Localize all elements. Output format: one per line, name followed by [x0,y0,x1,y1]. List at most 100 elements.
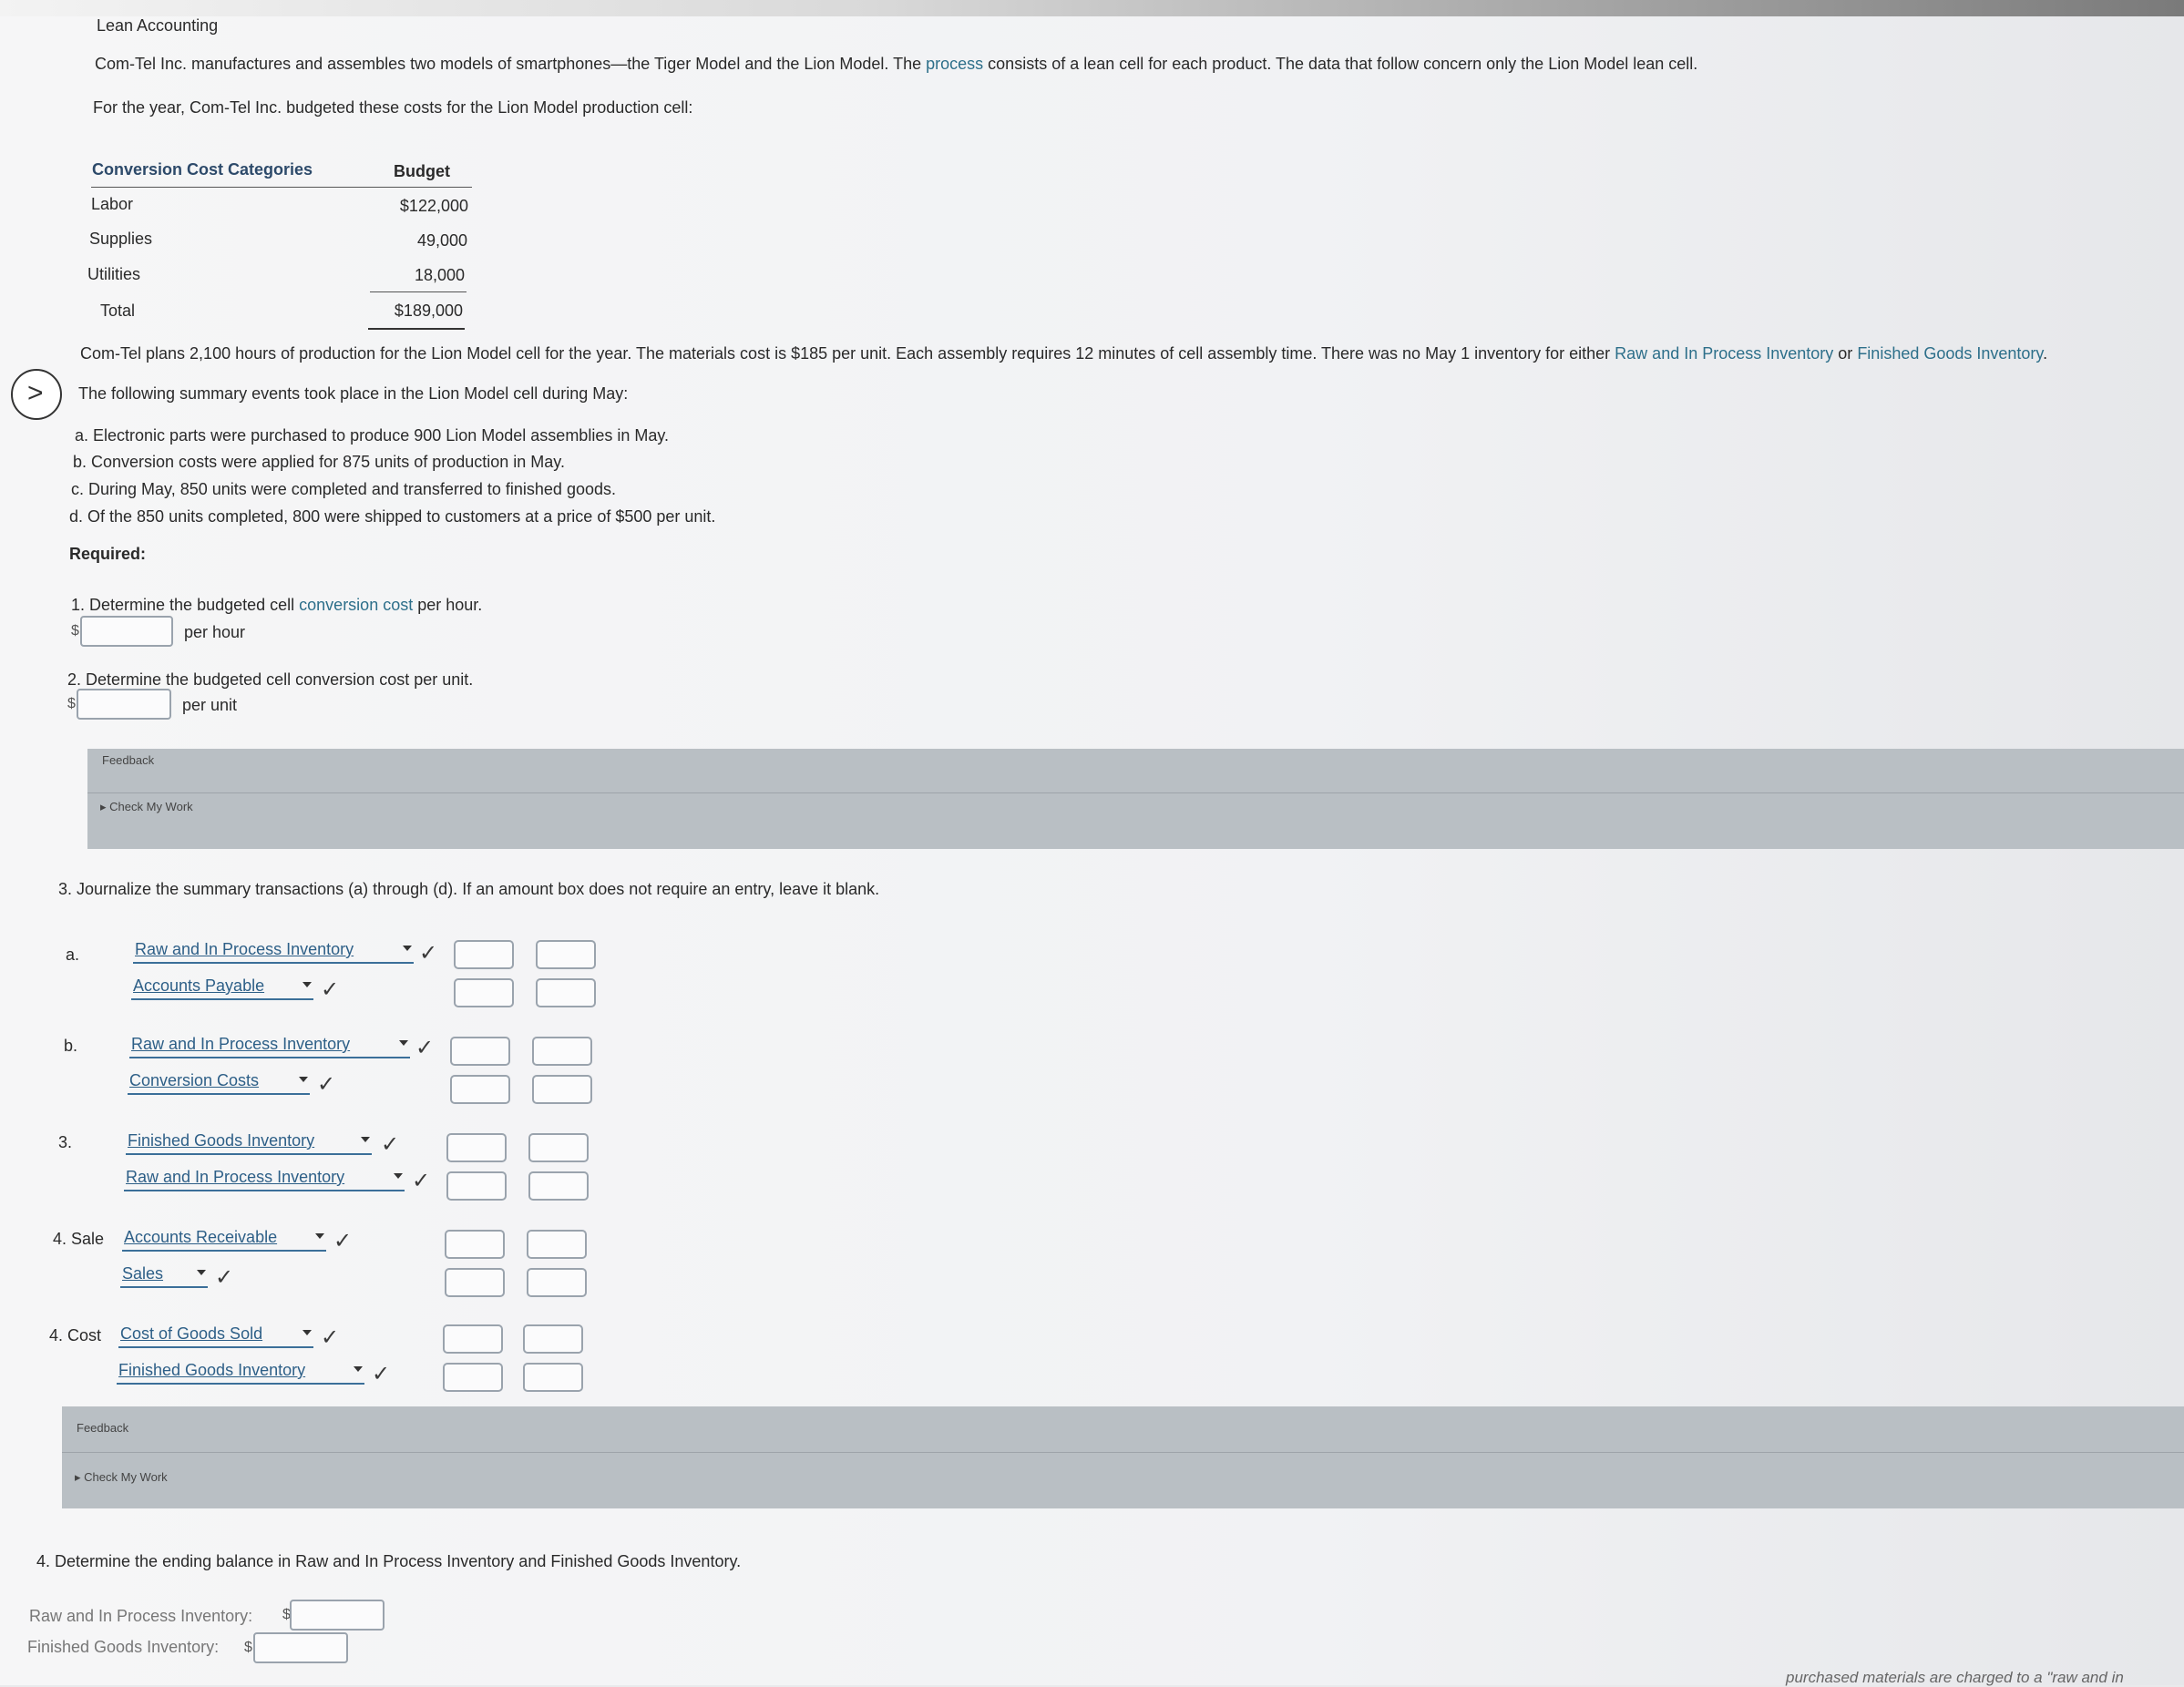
entry-b-debit-select[interactable]: Raw and In Process Inventory [129,1035,410,1058]
checkmark-icon: ✓ [321,1325,340,1350]
triangle-right-icon: ▸ [75,1470,81,1484]
intro-paragraph: Com-Tel Inc. manufactures and assembles … [95,55,1698,73]
conversion-cost-link[interactable]: conversion cost [299,596,413,614]
row-label-utilities: Utilities [87,265,141,283]
q2-currency: $ [67,696,76,711]
entry-sale-debit-amount-1[interactable] [445,1230,505,1259]
event-b: b. Conversion costs were applied for 875… [73,453,565,471]
dropdown-arrow-icon [354,1366,363,1372]
entry-b-credit-amount-2[interactable] [532,1075,592,1104]
entry-a-debit-select[interactable]: Raw and In Process Inventory [133,940,414,964]
dropdown-arrow-icon [197,1270,206,1275]
entry-a-credit-select[interactable]: Accounts Payable [131,976,313,1000]
required-label: Required: [69,545,147,563]
row-value-labor: $122,000 [399,197,468,215]
entry-c-debit-amount-2[interactable] [446,1171,507,1201]
feedback-divider [62,1452,2184,1453]
entry-cost-credit-amount-2[interactable] [523,1363,583,1392]
entry-a-debit-amount-2[interactable] [454,978,514,1007]
feedback-divider [87,792,2184,793]
entry-cost-credit-select[interactable]: Finished Goods Inventory [117,1361,364,1385]
raw-inventory-label: Raw and In Process Inventory: [29,1607,253,1625]
question-1: 1. Determine the budgeted cell conversio… [71,596,483,614]
page-title: Lean Accounting [97,16,219,35]
feedback-panel-1: Feedback ▸ Check My Work [87,749,2184,849]
entry-sale-credit-amount-1[interactable] [527,1230,587,1259]
checkmark-icon: ✓ [372,1362,391,1386]
q1-currency: $ [71,623,79,639]
raw-in-process-link[interactable]: Raw and In Process Inventory [1615,344,1833,363]
entry-sale-credit-amount-2[interactable] [527,1268,587,1297]
entry-b-credit-amount-1[interactable] [532,1037,592,1066]
entry-a-debit-amount-1[interactable] [454,940,514,969]
entry-sale-debit-amount-2[interactable] [445,1268,505,1297]
intro-budget-line: For the year, Com-Tel Inc. budgeted thes… [93,98,693,117]
checkmark-icon: ✓ [333,1229,353,1253]
checkmark-icon: ✓ [419,941,438,966]
total-double-rule [368,328,465,330]
entry-c-credit-amount-2[interactable] [528,1171,589,1201]
entry-cost-debit-amount-1[interactable] [443,1324,503,1354]
entry-c-debit-select[interactable]: Finished Goods Inventory [126,1131,372,1155]
entry-cost-debit-select[interactable]: Cost of Goods Sold [118,1324,313,1348]
dropdown-arrow-icon [302,982,312,987]
entry-c-debit-amount-1[interactable] [446,1133,507,1162]
entry-b-debit-amount-1[interactable] [450,1037,510,1066]
conversion-cost-per-unit-input[interactable] [77,689,171,720]
finished-goods-link[interactable]: Finished Goods Inventory [1857,344,2043,363]
question-3: 3. Journalize the summary transactions (… [58,880,880,898]
entry-c-credit-select[interactable]: Raw and In Process Inventory [124,1168,405,1191]
finished-goods-balance-input[interactable] [253,1632,348,1663]
dropdown-arrow-icon [315,1233,324,1239]
checkmark-icon: ✓ [415,1036,435,1060]
q1-unit: per hour [184,623,246,641]
checkmark-icon: ✓ [412,1169,431,1193]
dropdown-arrow-icon [299,1077,308,1082]
conversion-cost-per-hour-input[interactable] [80,616,173,647]
event-d: d. Of the 850 units completed, 800 were … [69,507,716,526]
check-my-work-button[interactable]: ▸ Check My Work [75,1470,168,1485]
entry-a-credit-amount-2[interactable] [536,978,596,1007]
finished-goods-label: Finished Goods Inventory: [27,1638,220,1656]
feedback-panel-2: Feedback ▸ Check My Work [62,1406,2184,1508]
col-header-categories: Conversion Cost Categories [92,160,313,179]
entry-b-debit-amount-2[interactable] [450,1075,510,1104]
row-value-utilities: 18,000 [414,266,465,284]
row-label-total: Total [100,302,136,320]
entry-cost-debit-amount-2[interactable] [443,1363,503,1392]
q2-unit: per unit [182,696,238,714]
question-4: 4. Determine the ending balance in Raw a… [36,1552,742,1570]
expand-toggle-button[interactable]: > [11,369,62,420]
top-bar [0,0,2184,16]
triangle-right-icon: ▸ [100,800,107,813]
entry-sale-credit-select[interactable]: Sales [120,1264,208,1288]
row-label-supplies: Supplies [89,230,153,248]
row-value-total: $189,000 [394,302,463,320]
checkmark-icon: ✓ [317,1072,336,1097]
checkmark-icon: ✓ [321,977,340,1002]
plans-paragraph: Com-Tel plans 2,100 hours of production … [80,344,2048,363]
row-value-supplies: 49,000 [416,231,467,250]
entry-label-b: b. [64,1037,78,1055]
checkmark-icon: ✓ [381,1132,400,1157]
col-header-budget: Budget [394,162,450,180]
row-label-labor: Labor [91,195,134,213]
entry-b-credit-select[interactable]: Conversion Costs [128,1071,310,1095]
entry-label-a: a. [66,946,80,964]
summary-intro: The following summary events took place … [78,384,629,403]
entry-label-4-cost: 4. Cost [49,1326,102,1344]
dropdown-arrow-icon [361,1137,370,1142]
process-link[interactable]: process [926,55,983,73]
entry-a-credit-amount-1[interactable] [536,940,596,969]
entry-cost-credit-amount-1[interactable] [523,1324,583,1354]
dropdown-arrow-icon [399,1040,408,1046]
entry-sale-debit-select[interactable]: Accounts Receivable [122,1228,326,1252]
raw-inventory-balance-input[interactable] [290,1600,385,1631]
feedback-title: Feedback [102,753,155,767]
check-my-work-button[interactable]: ▸ Check My Work [100,800,193,814]
header-rule [91,187,472,188]
question-2: 2. Determine the budgeted cell conversio… [67,670,474,689]
entry-label-4-sale: 4. Sale [53,1230,105,1248]
dropdown-arrow-icon [394,1173,403,1179]
entry-c-credit-amount-1[interactable] [528,1133,589,1162]
